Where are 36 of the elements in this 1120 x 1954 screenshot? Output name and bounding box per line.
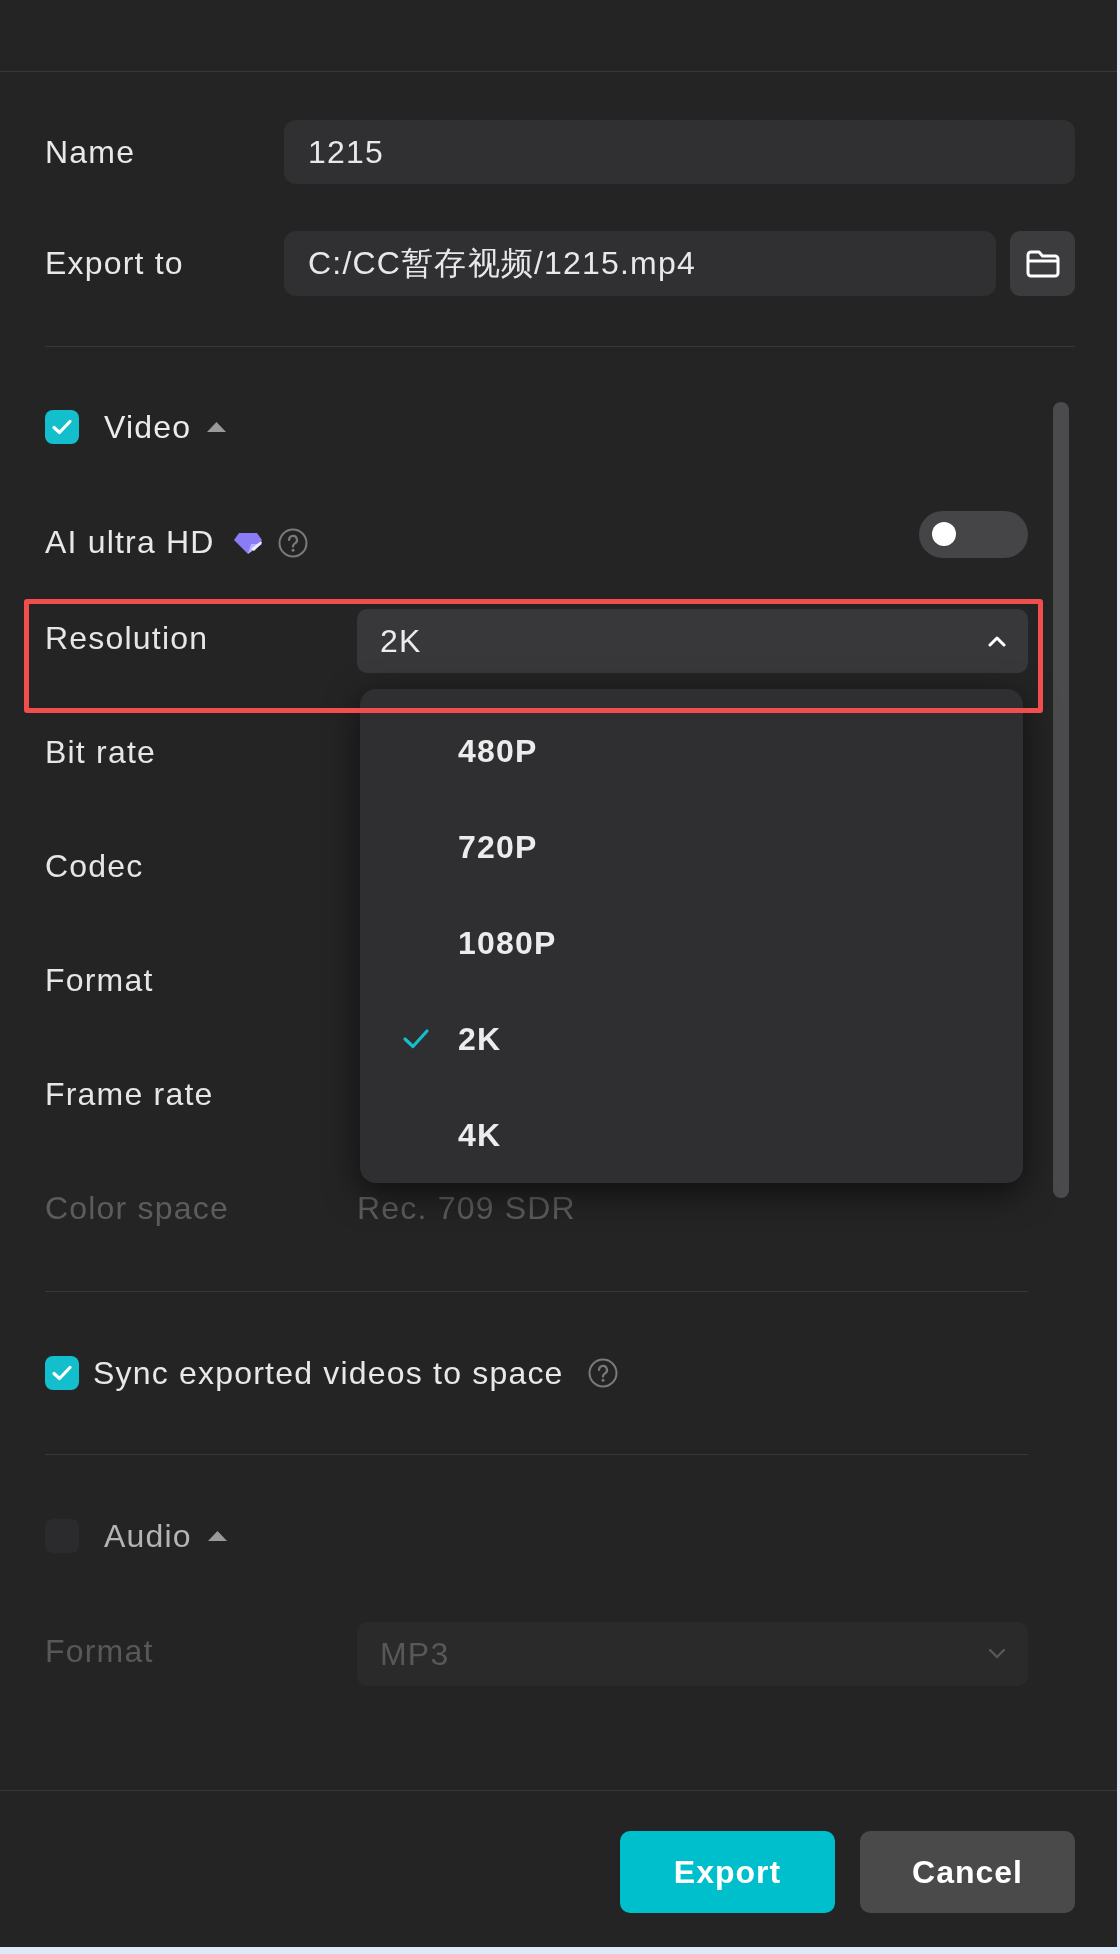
dropdown-option[interactable]: 480P — [360, 703, 1023, 799]
checkbox[interactable] — [45, 1356, 79, 1390]
browse-button[interactable] — [1010, 231, 1075, 296]
section-title: Audio — [104, 1517, 192, 1555]
chevron-icon — [987, 1648, 1007, 1660]
select-field[interactable]: 2K — [357, 609, 1028, 673]
caret-icon[interactable] — [207, 1531, 227, 1541]
setting-label: Codec — [45, 847, 145, 885]
help-icon[interactable] — [277, 527, 308, 558]
dropdown-option[interactable]: 720P — [360, 799, 1023, 895]
checkbox-label: Sync exported videos to space — [93, 1354, 564, 1392]
folder-icon — [1024, 248, 1061, 279]
section-title: Video — [104, 408, 192, 446]
cancel-button[interactable]: Cancel — [860, 1831, 1075, 1913]
setting-label: Format — [45, 961, 155, 999]
dropdown-option[interactable]: 2K — [360, 991, 1023, 1087]
text-field[interactable]: 1215 — [284, 120, 1075, 184]
setting-label: Bit rate — [45, 733, 157, 771]
scrollbar[interactable] — [1053, 402, 1069, 1198]
toggle-switch[interactable] — [919, 510, 1028, 558]
field-label: Name — [45, 132, 137, 172]
dropdown-option[interactable]: 1080P — [360, 895, 1023, 991]
path-field[interactable]: C:/CC暂存视频/1215.mp4 — [284, 231, 996, 296]
check-icon — [51, 1364, 73, 1382]
caret-icon[interactable] — [207, 422, 227, 432]
setting-label: Resolution — [45, 619, 210, 657]
help-icon[interactable] — [587, 1358, 618, 1388]
setting-label: AI ultra HD — [45, 524, 215, 561]
check-icon — [51, 418, 73, 436]
diamond-icon — [233, 531, 262, 554]
dropdown-option[interactable]: 4K — [360, 1087, 1023, 1183]
field-label: Export to — [45, 244, 185, 283]
checkbox[interactable] — [45, 410, 79, 444]
chevron-icon — [987, 635, 1007, 647]
setting-label: Color space — [45, 1189, 230, 1227]
setting-label: Frame rate — [45, 1075, 215, 1113]
